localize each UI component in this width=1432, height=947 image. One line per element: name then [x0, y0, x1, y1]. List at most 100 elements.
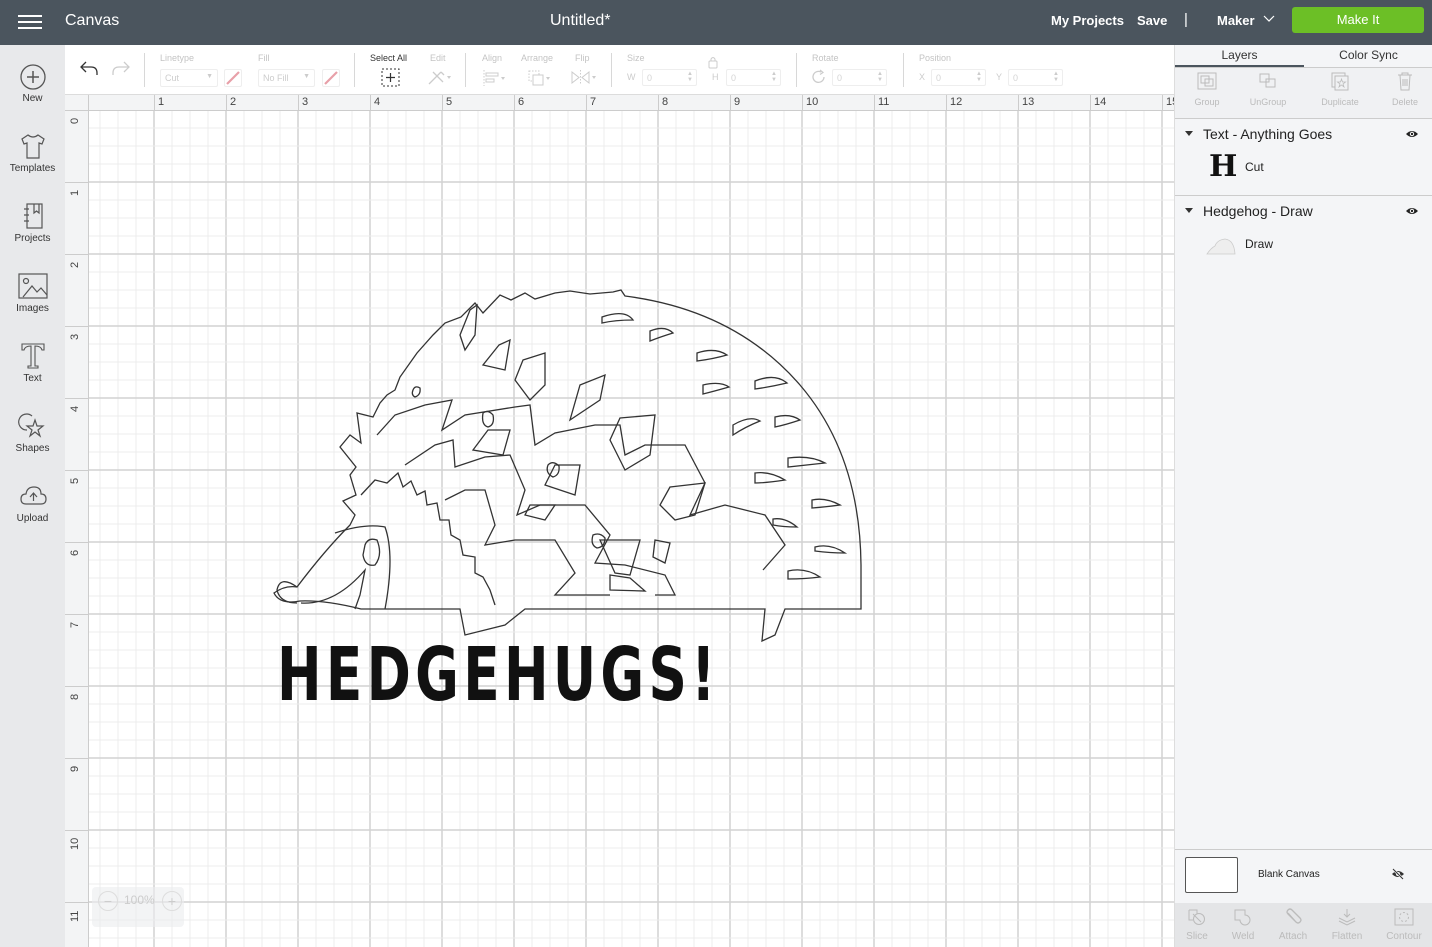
ungroup-icon	[1259, 73, 1276, 88]
zoom-in-button[interactable]: +	[162, 891, 182, 911]
hamburger-menu-icon[interactable]	[18, 13, 42, 31]
arrange-label: Arrange	[521, 53, 554, 63]
redo-icon[interactable]	[111, 59, 131, 77]
undo-icon[interactable]	[79, 59, 99, 77]
ruler-tick-label: 1	[158, 96, 165, 108]
slice-button[interactable]: Slice	[1171, 908, 1223, 942]
flip-icon[interactable]	[570, 69, 598, 86]
width-input[interactable]: 0 ▲ ▼	[642, 69, 697, 86]
make-it-button[interactable]: Make It	[1292, 7, 1424, 33]
caret-down-icon[interactable]	[1185, 208, 1193, 213]
height-value: 0	[731, 73, 737, 83]
trash-icon	[1398, 72, 1412, 91]
delete-label: Delete	[1391, 97, 1418, 107]
toolbar-divider	[796, 53, 797, 87]
eye-hidden-icon[interactable]	[1390, 868, 1406, 880]
horizontal-ruler: 123456789101112131415	[65, 95, 1174, 111]
sidebar-item-shapes[interactable]: Shapes	[0, 411, 65, 473]
sidebar-item-templates[interactable]: Templates	[0, 131, 65, 193]
ungroup-button[interactable]: UnGroup	[1236, 71, 1300, 107]
ruler-tick	[514, 95, 515, 111]
delete-button[interactable]: Delete	[1373, 71, 1432, 107]
x-position-input[interactable]: 0 ▲ ▼	[931, 69, 986, 86]
flatten-button[interactable]: Flatten	[1321, 908, 1373, 942]
ruler-tick	[1090, 95, 1091, 111]
ruler-tick-label: 10	[806, 96, 819, 108]
sidebar-item-text[interactable]: Text	[0, 341, 65, 403]
height-input[interactable]: 0 ▲ ▼	[726, 69, 781, 86]
ruler-tick	[65, 182, 89, 183]
edit-scissors-pencil-icon[interactable]	[427, 69, 453, 86]
sidebar-item-projects[interactable]: Projects	[0, 201, 65, 263]
select-all-icon[interactable]	[381, 68, 400, 87]
ruler-tick-label: 3	[69, 333, 81, 340]
tshirt-icon	[20, 134, 45, 159]
topbar-separator: |	[1184, 11, 1188, 28]
ruler-tick	[802, 95, 803, 111]
rotate-value: 0	[837, 73, 843, 83]
rotate-icon[interactable]	[811, 69, 827, 85]
group-label: Group	[1194, 97, 1220, 107]
image-icon	[17, 273, 48, 299]
sidebar-label: Images	[16, 303, 49, 314]
sidebar-item-new[interactable]: New	[0, 63, 65, 125]
sidebar-item-upload[interactable]: Upload	[0, 481, 65, 543]
weld-button[interactable]: Weld	[1217, 908, 1269, 942]
contour-button[interactable]: Contour	[1378, 908, 1430, 942]
rotate-input[interactable]: 0 ▲ ▼	[832, 69, 887, 86]
hedgehog-drawing[interactable]	[65, 95, 1174, 947]
linetype-color-swatch[interactable]	[224, 69, 242, 87]
caret-down-icon[interactable]	[1185, 131, 1193, 136]
fill-color-swatch[interactable]	[322, 69, 340, 87]
fill-value: No Fill	[263, 73, 289, 83]
ruler-tick-label: 14	[1094, 96, 1107, 108]
duplicate-icon	[1331, 72, 1349, 91]
chevron-down-icon[interactable]	[1263, 13, 1275, 23]
y-position-input[interactable]: 0 ▲ ▼	[1008, 69, 1063, 86]
align-icon[interactable]	[483, 70, 509, 86]
canvas-color-swatch[interactable]	[1185, 857, 1238, 893]
ruler-tick	[946, 95, 947, 111]
machine-select[interactable]: Maker	[1217, 13, 1255, 28]
duplicate-button[interactable]: Duplicate	[1308, 71, 1372, 107]
zoom-out-button[interactable]: −	[98, 891, 118, 911]
no-color-slash-icon	[324, 71, 338, 85]
ruler-tick-label: 8	[662, 96, 669, 108]
ungroup-label: UnGroup	[1249, 97, 1287, 107]
linetype-select[interactable]: Cut ▼	[160, 69, 218, 87]
rotate-label: Rotate	[812, 53, 839, 63]
sidebar-item-images[interactable]: Images	[0, 271, 65, 333]
ruler-tick-label: 2	[69, 261, 81, 268]
save-button[interactable]: Save	[1137, 13, 1167, 28]
layer-group-header[interactable]: Hedgehog - Draw	[1175, 198, 1432, 226]
notebook-icon	[23, 203, 43, 229]
tab-color-sync[interactable]: Color Sync	[1304, 45, 1432, 67]
sidebar-label: Shapes	[15, 443, 50, 454]
ruler-tick-label: 3	[302, 96, 309, 108]
layer-group-text: Text - Anything Goes H Cut	[1175, 121, 1432, 187]
eye-icon[interactable]	[1405, 129, 1419, 139]
ruler-tick-label: 2	[230, 96, 237, 108]
tab-layers[interactable]: Layers	[1175, 45, 1304, 67]
position-label: Position	[919, 53, 952, 63]
ruler-tick	[586, 95, 587, 111]
layer-item-label: Draw	[1245, 237, 1274, 251]
attach-button[interactable]: Attach	[1267, 908, 1319, 942]
group-button[interactable]: Group	[1175, 71, 1239, 107]
layer-group-header[interactable]: Text - Anything Goes	[1175, 121, 1432, 149]
layer-item[interactable]: H Cut	[1175, 149, 1432, 187]
ruler-tick	[370, 95, 371, 111]
design-canvas[interactable]: HEDGEHUGS! 123456789101112131415 0123456…	[65, 95, 1174, 947]
flip-label: Flip	[575, 53, 590, 63]
text-object-hedgehugs[interactable]: HEDGEHUGS!	[277, 631, 720, 720]
y-value: 0	[1013, 73, 1019, 83]
eye-icon[interactable]	[1405, 206, 1419, 216]
edit-label: Edit	[430, 53, 446, 63]
fill-select[interactable]: No Fill ▼	[258, 69, 315, 87]
my-projects-link[interactable]: My Projects	[1051, 13, 1124, 28]
layer-item[interactable]: Draw	[1175, 226, 1432, 264]
lock-icon[interactable]	[707, 55, 719, 69]
y-label: Y	[996, 72, 1003, 82]
arrange-icon[interactable]	[527, 69, 553, 87]
sidebar-label: Text	[23, 373, 42, 384]
